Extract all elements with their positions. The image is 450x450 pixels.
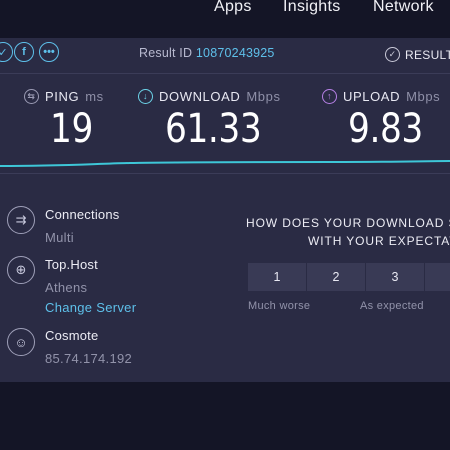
survey-question-line2: WITH YOUR EXPECTATI (308, 234, 450, 248)
ping-header: ⇆ PING ms (24, 89, 104, 104)
upload-unit: Mbps (406, 89, 441, 104)
download-value: 61.33 (165, 106, 262, 152)
download-unit: Mbps (246, 89, 281, 104)
rating-button-3[interactable]: 3 (366, 263, 424, 291)
rating-button-4[interactable] (425, 263, 450, 291)
upload-label: UPLOAD (343, 89, 401, 104)
upload-arrow-icon: ↑ (322, 89, 337, 104)
twitter-icon[interactable]: ✓ (0, 42, 13, 62)
check-circle-icon: ✓ (385, 47, 400, 62)
results-panel: ✓ f ••• Result ID 10870243925 ✓ RESULT ⇆… (0, 38, 450, 382)
graph-path (0, 160, 450, 167)
result-id: Result ID 10870243925 (139, 46, 275, 60)
speed-graph-line (0, 160, 450, 167)
globe-icon: ⊕ (7, 256, 35, 284)
survey-question-line1: HOW DOES YOUR DOWNLOAD SP (246, 216, 450, 230)
ping-value: 19 (50, 106, 93, 152)
connections-value: Multi (45, 230, 74, 245)
scale-label-mid: As expected (360, 300, 424, 312)
user-icon: ☺ (7, 328, 35, 356)
survey-question: HOW DOES YOUR DOWNLOAD SP WITH YOUR EXPE… (246, 214, 450, 250)
ping-icon: ⇆ (24, 89, 39, 104)
download-label: DOWNLOAD (159, 89, 241, 104)
change-server-link[interactable]: Change Server (45, 300, 136, 315)
result-id-label: Result ID (139, 46, 193, 60)
upload-value: 9.83 (348, 106, 423, 152)
connections-label: Connections (45, 207, 120, 222)
divider (0, 173, 450, 174)
results-label: RESULT (405, 47, 450, 62)
server-host-label: Top.Host (45, 257, 98, 272)
download-header: ↓ DOWNLOAD Mbps (138, 89, 281, 104)
rating-button-2[interactable]: 2 (307, 263, 365, 291)
speedtest-result-page: Apps Insights Network ✓ f ••• Result ID … (0, 0, 450, 450)
facebook-icon[interactable]: f (14, 42, 34, 62)
scale-label-low: Much worse (248, 300, 311, 312)
upload-header: ↑ UPLOAD Mbps (322, 89, 440, 104)
ip-address: 85.74.174.192 (45, 351, 133, 366)
more-icon[interactable]: ••• (39, 42, 59, 62)
ping-unit: ms (85, 89, 104, 104)
nav-network-link[interactable]: Network (373, 0, 434, 16)
nav-insights-link[interactable]: Insights (283, 0, 341, 16)
top-navigation: Apps Insights Network (0, 0, 450, 32)
connections-icon: ⇉ (7, 206, 35, 234)
ping-label: PING (45, 89, 80, 104)
server-location: Athens (45, 280, 88, 295)
isp-label: Cosmote (45, 328, 99, 343)
result-id-number[interactable]: 10870243925 (196, 46, 275, 60)
download-arrow-icon: ↓ (138, 89, 153, 104)
results-button[interactable]: ✓ RESULT (385, 47, 450, 62)
rating-button-1[interactable]: 1 (248, 263, 306, 291)
nav-apps-link[interactable]: Apps (214, 0, 252, 16)
divider (0, 73, 450, 74)
